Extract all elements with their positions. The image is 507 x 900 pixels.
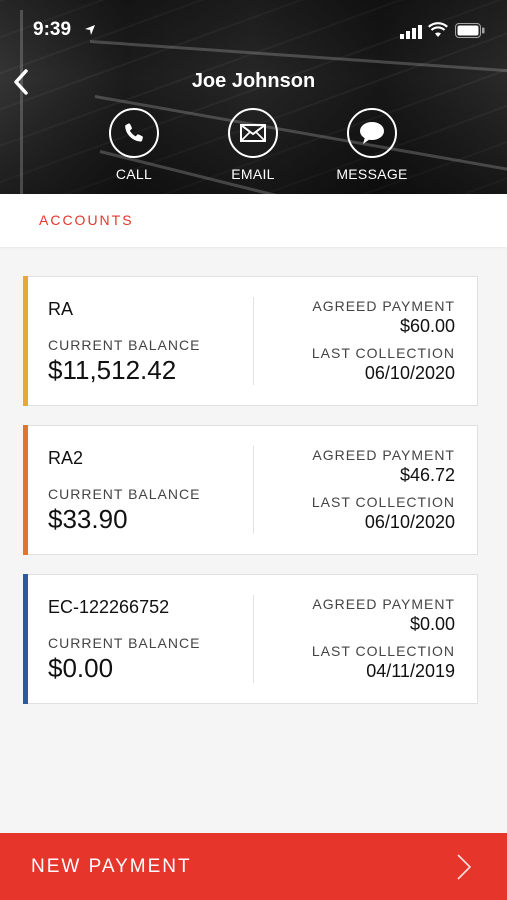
call-label: CALL: [115, 166, 153, 182]
account-stripe: [23, 574, 28, 704]
current-balance-label: CURRENT BALANCE: [48, 486, 201, 502]
email-label: EMAIL: [231, 166, 275, 182]
account-stripe: [23, 276, 28, 406]
account-stripe: [23, 425, 28, 555]
agreed-payment-value: $46.72: [399, 465, 455, 485]
message-label: MESSAGE: [336, 166, 408, 182]
new-payment-label: NEW PAYMENT: [31, 856, 192, 877]
current-balance-label: CURRENT BALANCE: [48, 337, 201, 353]
call-button[interactable]: CALL: [94, 108, 174, 182]
agreed-payment-label: AGREED PAYMENT: [312, 596, 455, 612]
current-balance-value: $33.90: [48, 504, 128, 534]
account-id: RA: [48, 299, 74, 319]
current-balance-value: $11,512.42: [48, 355, 177, 385]
last-collection-value: 06/10/2020: [364, 363, 455, 383]
envelope-icon: [240, 124, 266, 142]
last-collection-label: LAST COLLECTION: [311, 494, 455, 510]
email-button[interactable]: EMAIL: [213, 108, 293, 182]
last-collection-label: LAST COLLECTION: [311, 643, 455, 659]
tab-accounts[interactable]: ACCOUNTS: [39, 212, 134, 228]
account-card[interactable]: RA CURRENT BALANCE $11,512.42 AGREED PAY…: [23, 276, 478, 406]
agreed-payment-label: AGREED PAYMENT: [312, 298, 455, 314]
cellular-signal-icon: [400, 25, 422, 39]
card-divider: [253, 297, 254, 385]
status-bar: 9:39: [0, 0, 507, 60]
agreed-payment-value: $0.00: [409, 614, 455, 634]
chevron-right-icon: [457, 854, 472, 880]
chat-bubble-icon: [360, 122, 384, 144]
email-circle: [228, 108, 278, 158]
agreed-payment-label: AGREED PAYMENT: [312, 447, 455, 463]
new-payment-button[interactable]: NEW PAYMENT: [0, 833, 507, 900]
card-divider: [253, 446, 254, 534]
contact-name: Joe Johnson: [191, 70, 316, 92]
current-balance-value: $0.00: [48, 653, 114, 683]
current-balance-label: CURRENT BALANCE: [48, 635, 201, 651]
account-id: RA2: [48, 448, 84, 468]
last-collection-value: 06/10/2020: [364, 512, 455, 532]
battery-icon: [455, 23, 485, 38]
status-time: 9:39: [33, 19, 72, 40]
call-circle: [109, 108, 159, 158]
tab-bar: ACCOUNTS: [0, 194, 507, 247]
account-card[interactable]: RA2 CURRENT BALANCE $33.90 AGREED PAYMEN…: [23, 425, 478, 555]
card-divider: [253, 595, 254, 683]
location-arrow-icon: [85, 25, 95, 35]
wifi-icon: [428, 22, 448, 37]
last-collection-label: LAST COLLECTION: [311, 345, 455, 361]
message-button[interactable]: MESSAGE: [332, 108, 412, 182]
message-circle: [347, 108, 397, 158]
phone-icon: [125, 123, 143, 142]
account-card[interactable]: EC-122266752 CURRENT BALANCE $0.00 AGREE…: [23, 574, 478, 704]
last-collection-value: 04/11/2019: [366, 661, 455, 681]
agreed-payment-value: $60.00: [399, 316, 455, 336]
account-id: EC-122266752: [48, 597, 170, 617]
